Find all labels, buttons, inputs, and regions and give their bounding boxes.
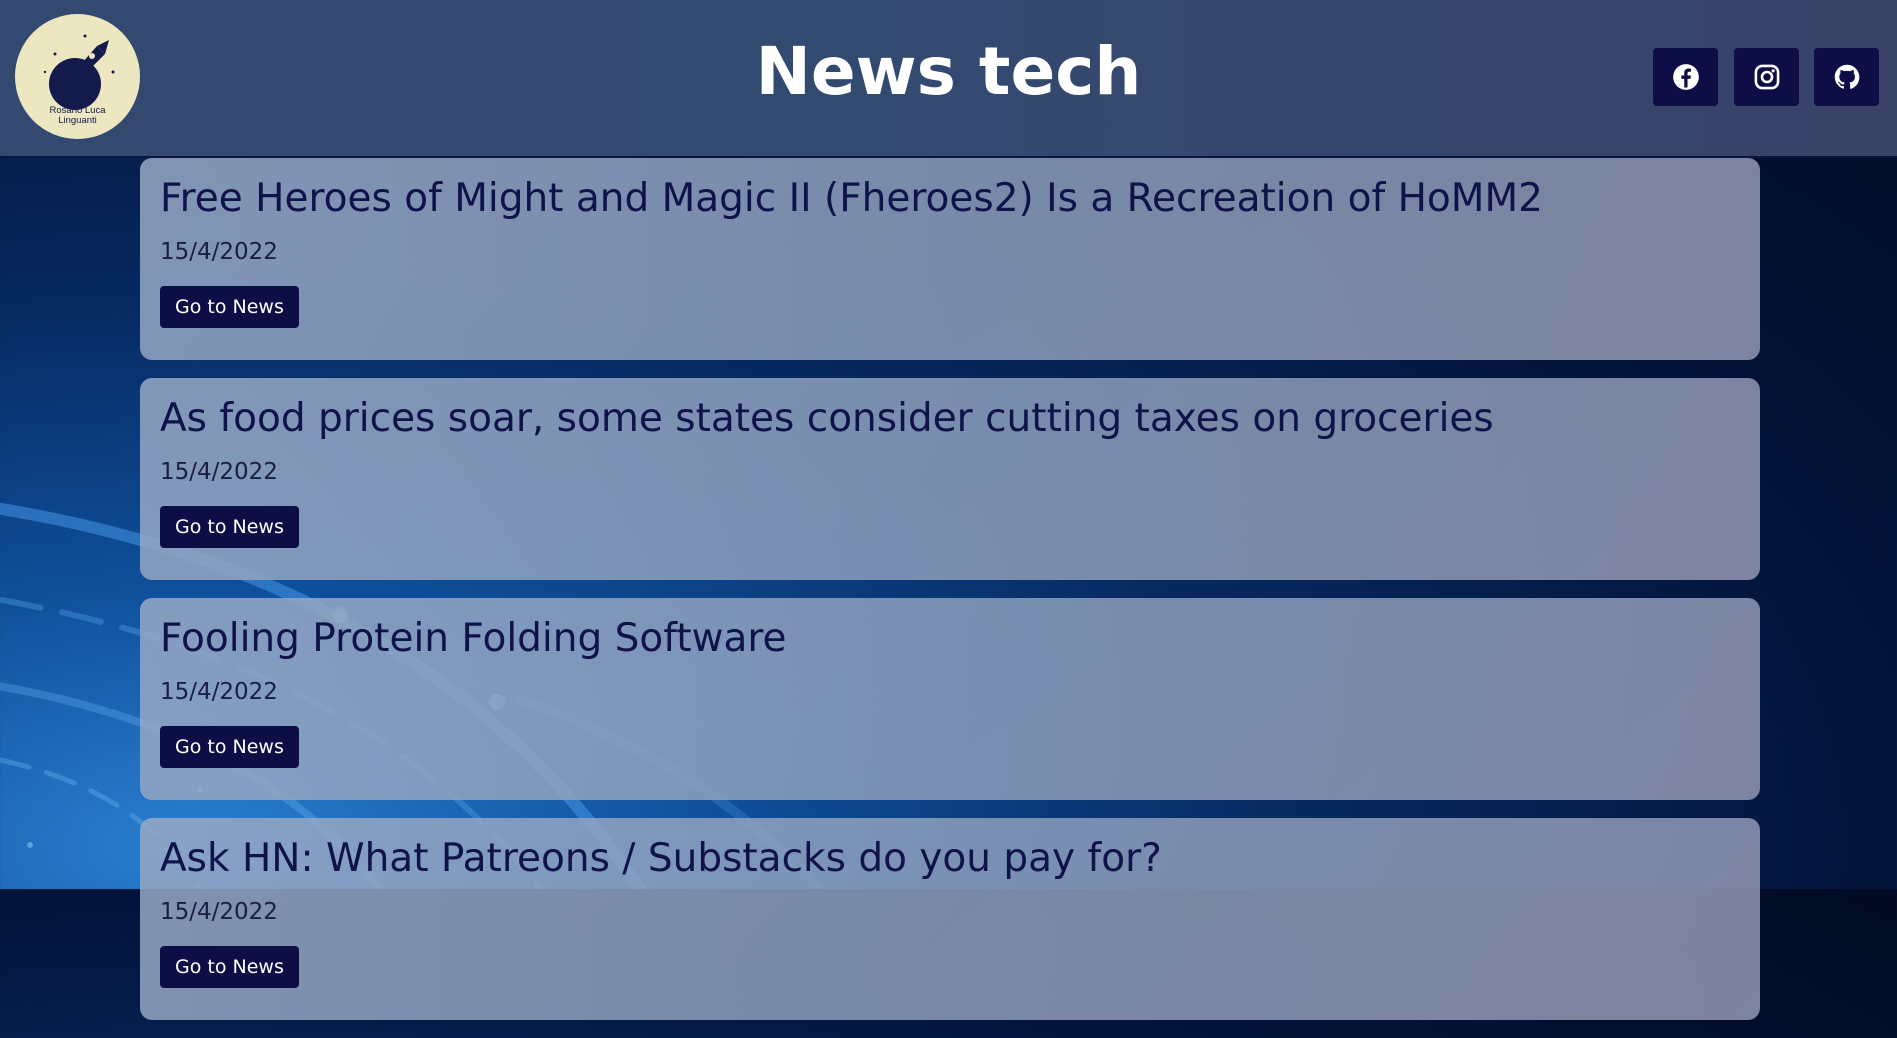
news-date: 15/4/2022 — [160, 459, 278, 485]
facebook-icon — [1672, 64, 1699, 90]
go-to-news-button[interactable]: Go to News — [160, 726, 299, 768]
logo-text-line2: Linguanti — [58, 115, 97, 126]
github-button[interactable] — [1814, 48, 1879, 106]
github-icon — [1834, 64, 1859, 89]
instagram-button[interactable] — [1734, 48, 1799, 106]
news-card: Ask HN: What Patreons / Substacks do you… — [140, 818, 1760, 1020]
news-card: Free Heroes of Might and Magic II (Fhero… — [140, 158, 1760, 360]
news-card: Fooling Protein Folding Software 15/4/20… — [140, 598, 1760, 800]
news-title: Free Heroes of Might and Magic II (Fhero… — [160, 176, 1543, 221]
news-card: As food prices soar, some states conside… — [140, 378, 1760, 580]
instagram-icon — [1754, 64, 1779, 90]
news-title: As food prices soar, some states conside… — [160, 396, 1494, 441]
facebook-button[interactable] — [1653, 48, 1718, 106]
news-date: 15/4/2022 — [160, 679, 278, 705]
news-title: Fooling Protein Folding Software — [160, 616, 787, 661]
news-date: 15/4/2022 — [160, 899, 278, 925]
site-header: Rosario Luca Linguanti News tech — [0, 0, 1897, 158]
news-title: Ask HN: What Patreons / Substacks do you… — [160, 836, 1162, 881]
go-to-news-button[interactable]: Go to News — [160, 286, 299, 328]
go-to-news-button[interactable]: Go to News — [160, 506, 299, 548]
news-date: 15/4/2022 — [160, 239, 278, 265]
page-title: News tech — [755, 33, 1142, 110]
go-to-news-button[interactable]: Go to News — [160, 946, 299, 988]
news-feed: Free Heroes of Might and Magic II (Fhero… — [140, 158, 1760, 1038]
